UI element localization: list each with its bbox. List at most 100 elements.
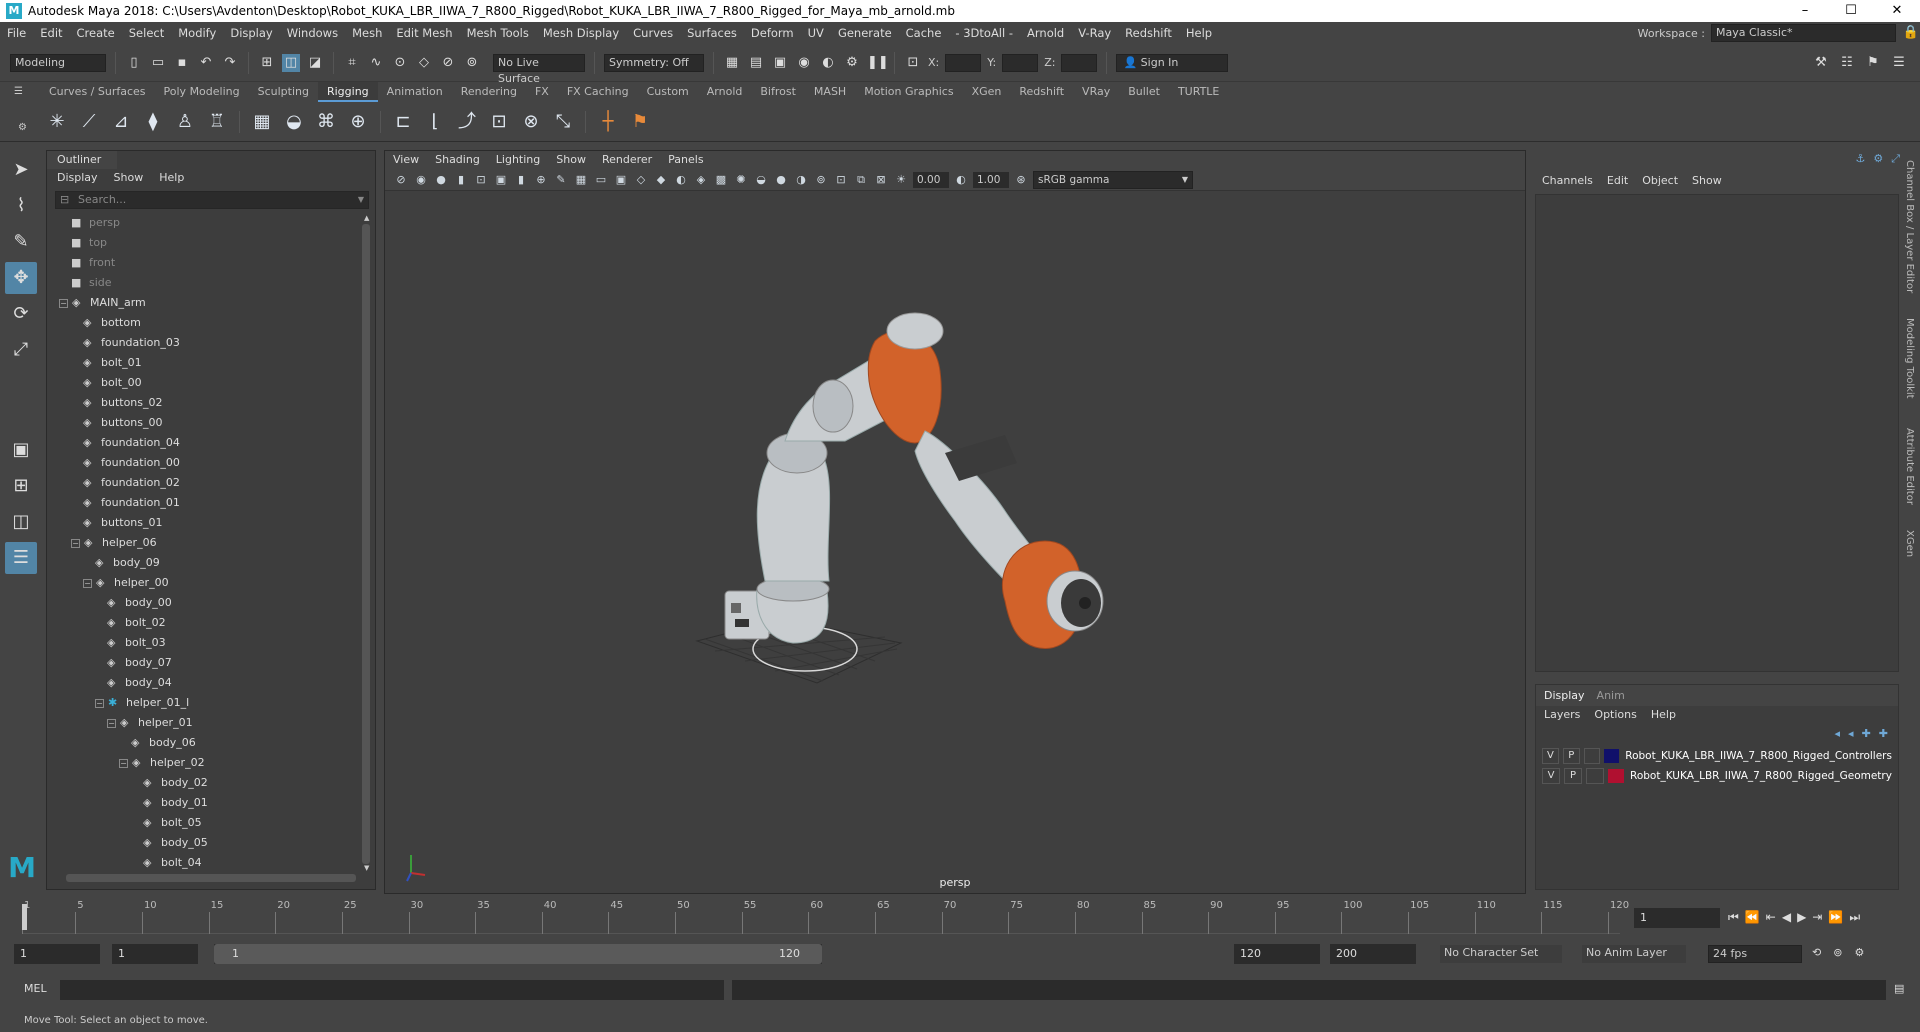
anim-layer-dropdown[interactable]: No Anim Layer — [1582, 945, 1686, 963]
layer-type-toggle[interactable] — [1586, 768, 1604, 784]
tab-display[interactable]: Display — [1544, 689, 1585, 702]
shelf-tab-animation[interactable]: Animation — [378, 82, 452, 102]
outliner-item[interactable]: ◈ body_07 — [47, 653, 365, 673]
outliner-scrollbar[interactable] — [362, 224, 370, 864]
default-material-icon[interactable]: ◐ — [673, 172, 689, 188]
go-to-start-icon[interactable]: ⏮ — [1728, 910, 1739, 925]
menu-help[interactable]: Help — [1179, 26, 1219, 40]
snap-surface-icon[interactable]: ⊘ — [439, 54, 457, 72]
xray-icon[interactable]: ⧉ — [853, 172, 869, 188]
wrap-icon[interactable]: ⌘ — [313, 109, 339, 135]
outliner-item[interactable]: ◈ buttons_02 — [47, 393, 365, 413]
outliner-item[interactable]: − ◈ helper_01 — [47, 713, 365, 733]
point-constraint-icon[interactable]: ┼ — [595, 109, 621, 135]
outliner-item[interactable]: ◈ bolt_00 — [47, 373, 365, 393]
wireframe-icon[interactable]: ◇ — [633, 172, 649, 188]
layer-row[interactable]: V P Robot_KUKA_LBR_IIWA_7_R800_Rigged_Co… — [1542, 746, 1892, 766]
bookmark-icon[interactable]: ● — [433, 172, 449, 188]
shelf-tab-poly-modeling[interactable]: Poly Modeling — [155, 82, 249, 102]
new-layer-selected-icon[interactable]: ✚ — [1879, 727, 1888, 740]
outliner-item[interactable]: ◈ body_02 — [47, 773, 365, 793]
workspace-dropdown[interactable]: Maya Classic* — [1711, 24, 1896, 42]
layer-visibility-toggle[interactable]: V — [1542, 748, 1559, 764]
motion-blur-icon[interactable]: ◑ — [793, 172, 809, 188]
four-pane-layout-icon[interactable]: ⊞ — [5, 470, 37, 502]
hypershade-icon[interactable]: ◐ — [819, 54, 837, 72]
menu-modify[interactable]: Modify — [171, 26, 223, 40]
parent-constraint-icon[interactable]: ⤡ — [550, 109, 576, 135]
chevron-down-icon[interactable]: ▼ — [358, 192, 364, 208]
menu-cache[interactable]: Cache — [899, 26, 949, 40]
sign-in-button[interactable]: 👤 Sign In — [1116, 53, 1229, 72]
lights-icon[interactable]: ✺ — [733, 172, 749, 188]
menu-generate[interactable]: Generate — [831, 26, 899, 40]
color-space-dropdown[interactable]: sRGB gamma ▼ — [1033, 170, 1193, 189]
step-forward-frame-icon[interactable]: ⇥ — [1812, 910, 1822, 925]
playback-end-field[interactable]: 120 — [1234, 944, 1320, 964]
smooth-shade-icon[interactable]: ◆ — [653, 172, 669, 188]
channelbox-menu-edit[interactable]: Edit — [1607, 174, 1628, 187]
shelf-tab-xgen[interactable]: XGen — [963, 82, 1011, 102]
wire-icon[interactable]: ⊕ — [345, 109, 371, 135]
channelbox-menu-object[interactable]: Object — [1642, 174, 1678, 187]
image-plane-icon[interactable]: ▮ — [453, 172, 469, 188]
shelf-menu-icon[interactable]: ☰ — [14, 86, 23, 97]
script-editor-icon[interactable]: ▤ — [1894, 982, 1904, 995]
outliner-item[interactable]: − ✱ helper_01_l — [47, 693, 365, 713]
outliner-item[interactable]: ◈ foundation_04 — [47, 433, 365, 453]
outliner-item[interactable]: ◈ bolt_05 — [47, 813, 365, 833]
outliner-item[interactable]: ◈ foundation_03 — [47, 333, 365, 353]
outliner-item[interactable]: ◈ body_00 — [47, 593, 365, 613]
menu-create[interactable]: Create — [70, 26, 122, 40]
expand-toggle-icon[interactable]: − — [119, 758, 128, 768]
bind-skin-icon[interactable]: ⊏ — [390, 109, 416, 135]
layer-playback-toggle[interactable]: P — [1562, 748, 1580, 764]
outliner-menu-help[interactable]: Help — [159, 169, 184, 187]
wireframe-on-shaded-icon[interactable]: ◈ — [693, 172, 709, 188]
scale-tool-icon[interactable]: ⤢ — [5, 334, 37, 366]
outliner-hscrollbar[interactable] — [66, 874, 356, 882]
menu-arnold[interactable]: Arnold — [1020, 26, 1071, 40]
shelf-tab-motion-graphics[interactable]: Motion Graphics — [855, 82, 962, 102]
shelf-tab-sculpting[interactable]: Sculpting — [249, 82, 318, 102]
two-pane-layout-icon[interactable]: ◫ — [5, 506, 37, 538]
robot-model[interactable] — [724, 312, 1104, 649]
layer-color-swatch[interactable] — [1604, 749, 1620, 763]
shelf-tab-bullet[interactable]: Bullet — [1119, 82, 1169, 102]
new-layer-icon[interactable]: ✚ — [1862, 727, 1871, 740]
humanik-icon[interactable]: ♙ — [172, 109, 198, 135]
outliner-item[interactable]: ◈ foundation_00 — [47, 453, 365, 473]
outliner-item[interactable]: ■ persp — [47, 213, 365, 233]
lock-camera-icon[interactable]: ⊡ — [473, 172, 489, 188]
shelf-tab-custom[interactable]: Custom — [638, 82, 698, 102]
menu-windows[interactable]: Windows — [280, 26, 345, 40]
scroll-down-icon[interactable]: ▼ — [364, 864, 369, 872]
outliner-item[interactable]: ◈ body_01 — [47, 793, 365, 813]
viewport-menu-shading[interactable]: Shading — [435, 151, 480, 169]
snap-plane-icon[interactable]: ◇ — [415, 54, 433, 72]
animation-prefs-icon[interactable]: ⚙ — [1854, 946, 1864, 959]
outliner-menu-display[interactable]: Display — [57, 169, 98, 187]
shelf-tab-fx[interactable]: FX — [526, 82, 558, 102]
pause-icon[interactable]: ❚❚ — [867, 54, 889, 72]
menu-mesh-display[interactable]: Mesh Display — [536, 26, 626, 40]
outliner-item[interactable]: ■ front — [47, 253, 365, 273]
side-tab-xgen[interactable]: XGen — [1904, 530, 1915, 557]
menu-select[interactable]: Select — [122, 26, 171, 40]
playback-start-field[interactable]: 1 — [112, 944, 198, 964]
save-scene-icon[interactable]: ▪ — [173, 54, 191, 72]
select-tool-icon[interactable]: ➤ — [5, 154, 37, 186]
shadows-icon[interactable]: ◒ — [753, 172, 769, 188]
live-surface-field[interactable]: No Live Surface — [493, 53, 585, 85]
color-management-icon[interactable]: ⊛ — [1013, 172, 1029, 188]
go-to-end-icon[interactable]: ⏭ — [1849, 910, 1860, 925]
ik-spline-icon[interactable]: ⊿ — [108, 109, 134, 135]
scale-constraint-icon[interactable]: ⊡ — [486, 109, 512, 135]
lock-icon[interactable]: 🔒 — [1902, 24, 1920, 42]
film-gate-icon[interactable]: ▣ — [493, 172, 509, 188]
arnold-render-icon[interactable]: ⚙ — [843, 54, 861, 72]
channel-box-toggle-icon[interactable]: ☰ — [1890, 54, 1908, 72]
snap-point-icon[interactable]: ⊙ — [391, 54, 409, 72]
snap-curve-icon[interactable]: ∿ — [367, 54, 385, 72]
anti-aliasing-icon[interactable]: ⊚ — [813, 172, 829, 188]
